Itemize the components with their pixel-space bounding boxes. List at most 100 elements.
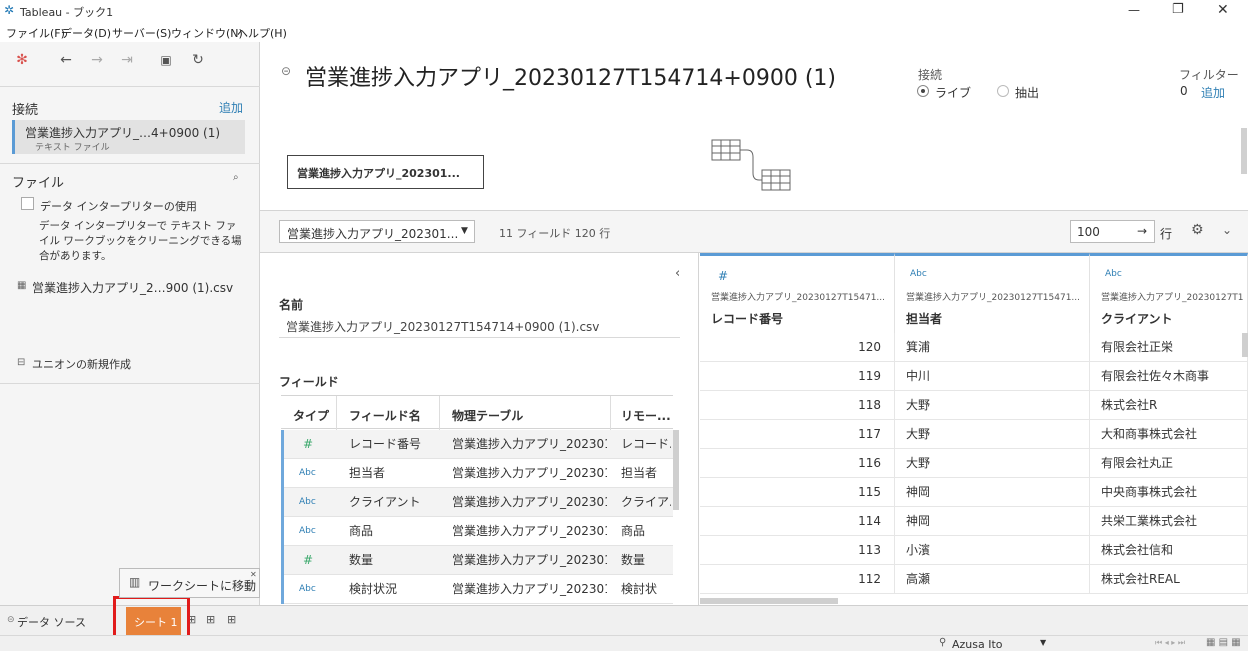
col-field-name-header[interactable]: フィールド名 <box>349 407 421 424</box>
live-label: ライブ <box>935 86 972 100</box>
grid-cell[interactable]: 115 <box>700 478 895 507</box>
grid-cell[interactable]: 神岡 <box>895 478 1090 507</box>
field-name[interactable]: レコード番号 <box>349 430 421 459</box>
live-radio[interactable] <box>917 85 929 97</box>
grid-cell[interactable]: 有限会社正栄 <box>1090 333 1248 362</box>
grid-cell[interactable]: 神岡 <box>895 507 1090 536</box>
field-row[interactable]: Abc 担当者 営業進捗入力アプリ_202301... 担当者 <box>281 459 673 488</box>
extract-radio[interactable] <box>997 85 1009 97</box>
table-select[interactable]: 営業進捗入力アプリ_202301... ▼ <box>279 220 475 243</box>
string-type-icon[interactable]: Abc <box>299 575 316 604</box>
field-name[interactable]: 担当者 <box>349 459 385 488</box>
datasource-title[interactable]: 営業進捗入力アプリ_20230127T154714+0900 (1) <box>305 60 836 92</box>
number-type-icon[interactable]: # <box>303 430 313 459</box>
col-type-header[interactable]: タイプ <box>293 407 329 424</box>
string-type-icon[interactable]: Abc <box>299 488 316 517</box>
grid-scrollbar-v[interactable] <box>1242 333 1248 357</box>
grid-cell[interactable]: 共栄工業株式会社 <box>1090 507 1248 536</box>
minimize-button[interactable]: — <box>1128 3 1140 17</box>
field-name[interactable]: 数量 <box>349 546 373 575</box>
close-button[interactable]: ✕ <box>1217 2 1229 18</box>
grid-cell[interactable]: 有限会社佐々木商事 <box>1090 362 1248 391</box>
new-dashboard-icon[interactable]: ⊞ <box>206 613 215 626</box>
grid-cell[interactable]: 高瀬 <box>895 565 1090 594</box>
grid-cell[interactable]: 118 <box>700 391 895 420</box>
grid-cell[interactable]: 株式会社R <box>1090 391 1248 420</box>
menu-server[interactable]: サーバー(S) <box>112 25 171 41</box>
grid-scrollbar-h[interactable] <box>700 598 838 604</box>
grid-column-header[interactable]: Abc 営業進捗入力アプリ_20230127T15471... クライアント <box>1090 253 1248 333</box>
add-connection-link[interactable]: 追加 <box>219 99 243 116</box>
menu-data[interactable]: データ(D) <box>61 25 111 41</box>
collapse-panel-icon[interactable]: ‹ <box>675 266 680 281</box>
grid-cell[interactable]: 大野 <box>895 420 1090 449</box>
maximize-button[interactable]: ❐ <box>1172 2 1184 17</box>
field-name[interactable]: 検討状況 <box>349 575 397 604</box>
back-icon[interactable]: ← <box>58 52 74 68</box>
field-name[interactable]: 商品 <box>349 517 373 546</box>
grid-cell[interactable]: 119 <box>700 362 895 391</box>
grid-cell[interactable]: 114 <box>700 507 895 536</box>
forward-icon[interactable]: → <box>89 52 105 68</box>
grid-cell[interactable]: 箕浦 <box>895 333 1090 362</box>
col-physical-table-header[interactable]: 物理テーブル <box>452 407 523 424</box>
connection-item[interactable]: 営業進捗入力アプリ_…4+0900 (1) テキスト ファイル <box>12 120 245 154</box>
new-story-icon[interactable]: ⊞ <box>227 613 236 626</box>
search-icon[interactable]: ⌕ <box>233 172 239 183</box>
apply-arrow-icon[interactable]: → <box>1137 224 1147 238</box>
grid-cell[interactable]: 大野 <box>895 391 1090 420</box>
grid-cell[interactable]: 株式会社REAL <box>1090 565 1248 594</box>
string-type-icon[interactable]: Abc <box>1105 269 1122 279</box>
string-type-icon[interactable]: Abc <box>299 517 316 546</box>
refresh-icon[interactable]: ↻ <box>190 52 206 68</box>
grid-cell[interactable]: 116 <box>700 449 895 478</box>
grid-cell[interactable]: 有限会社丸正 <box>1090 449 1248 478</box>
grid-cell[interactable]: 中央商事株式会社 <box>1090 478 1248 507</box>
number-type-icon[interactable]: # <box>718 269 728 283</box>
datasource-tab[interactable]: データ ソース <box>17 614 86 630</box>
field-row[interactable]: Abc 商品 営業進捗入力アプリ_202301... 商品 <box>281 517 673 546</box>
field-row[interactable]: # レコード番号 営業進捗入力アプリ_202301... レコード... <box>281 430 673 459</box>
grid-view-icon[interactable]: ▦ ▤ ▦ <box>1206 637 1241 648</box>
grid-column-header[interactable]: # 営業進捗入力アプリ_20230127T15471... レコード番号 <box>700 253 895 333</box>
tableau-home-icon[interactable]: ✻ <box>14 52 30 68</box>
csv-file-item[interactable]: 営業進捗入力アプリ_2…900 (1).csv <box>32 279 233 296</box>
grid-cell[interactable]: 株式会社信和 <box>1090 536 1248 565</box>
save-icon[interactable]: ▣ <box>158 52 174 68</box>
redo-icon[interactable]: ⇥ <box>119 52 135 68</box>
grid-cell[interactable]: 117 <box>700 420 895 449</box>
field-row[interactable]: # 数量 営業進捗入力アプリ_202301... 数量 <box>281 546 673 575</box>
chevron-down-icon[interactable]: ⌄ <box>1222 223 1232 237</box>
field-row[interactable]: Abc クライアント 営業進捗入力アプリ_202301... クライア... <box>281 488 673 517</box>
user-name[interactable]: Azusa Ito <box>952 638 1003 651</box>
grid-cell[interactable]: 大野 <box>895 449 1090 478</box>
grid-cell[interactable]: 小濱 <box>895 536 1090 565</box>
string-type-icon[interactable]: Abc <box>299 459 316 488</box>
grid-cell[interactable]: 中川 <box>895 362 1090 391</box>
grid-column-header[interactable]: Abc 営業進捗入力アプリ_20230127T15471... 担当者 <box>895 253 1090 333</box>
interpreter-checkbox[interactable] <box>21 197 34 210</box>
menu-help[interactable]: ヘルプ(H) <box>237 25 287 41</box>
string-type-icon[interactable]: Abc <box>910 269 927 279</box>
canvas-scrollbar[interactable] <box>1241 128 1247 174</box>
new-union-item[interactable]: ユニオンの新規作成 <box>32 356 131 372</box>
grid-cell[interactable]: 113 <box>700 536 895 565</box>
col-remote-header[interactable]: リモー... <box>621 407 671 424</box>
grid-cell[interactable]: 大和商事株式会社 <box>1090 420 1248 449</box>
field-row[interactable]: Abc 検討状況 営業進捗入力アプリ_202301... 検討状 <box>281 575 673 604</box>
number-type-icon[interactable]: # <box>303 546 313 575</box>
canvas-table-box[interactable]: 営業進捗入力アプリ_202301... <box>287 155 484 189</box>
page-nav-icon[interactable]: ⏮ ◂ ▸ ⏭ <box>1155 638 1185 648</box>
grid-cell[interactable]: 112 <box>700 565 895 594</box>
rows-input[interactable]: 100 → <box>1070 220 1155 243</box>
filter-add-link[interactable]: 追加 <box>1201 84 1225 101</box>
menu-file[interactable]: ファイル(F) <box>6 25 65 41</box>
fields-scrollbar[interactable] <box>673 430 679 510</box>
chevron-down-icon[interactable]: ▼ <box>1040 638 1046 647</box>
goto-worksheet-tooltip[interactable]: ▥ ワークシートに移動 ✕ <box>119 568 260 598</box>
field-name[interactable]: クライアント <box>349 488 421 517</box>
menu-window[interactable]: ウィンドウ(N) <box>171 25 243 41</box>
grid-cell[interactable]: 120 <box>700 333 895 362</box>
gear-icon[interactable]: ⚙ <box>1191 222 1204 238</box>
close-icon[interactable]: ✕ <box>250 570 257 579</box>
